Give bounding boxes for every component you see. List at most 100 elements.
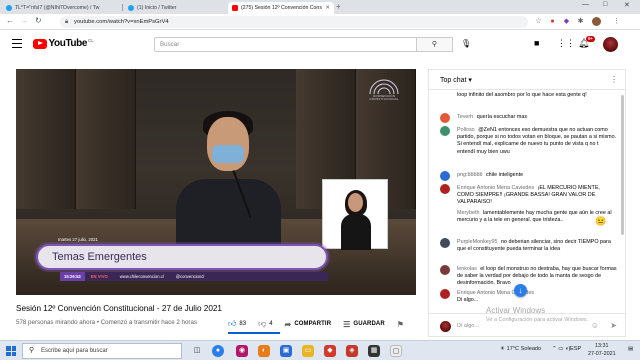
chat-input[interactable]: Di algo... bbox=[457, 323, 479, 329]
video-title: Sesión 12º Convención Constitucional - 2… bbox=[16, 304, 222, 313]
menu-dots-icon[interactable]: ⋮ bbox=[612, 17, 621, 26]
puzzle-icon[interactable]: ✱ bbox=[576, 17, 585, 26]
report-button[interactable]: ⚑ bbox=[397, 320, 407, 329]
thumbs-down-icon: 👎︎ bbox=[258, 319, 267, 328]
thumbs-up-icon: 👍︎ bbox=[228, 319, 237, 328]
overlay-info-bar: 15:26:53 EN VIVO www.chileconvencion.cl … bbox=[60, 272, 328, 281]
live-chat: Top chat ▾ ⋮ loop infinito del asombro p… bbox=[428, 69, 626, 337]
weather-widget[interactable]: ☀︎ 17°C Soleado bbox=[500, 346, 541, 352]
share-label: COMPARTIR bbox=[294, 321, 332, 327]
browser-tab-youtube[interactable]: (275) Sesión 12º Convención Cons ✕ bbox=[228, 2, 334, 14]
chat-message-text: loop infinito del asombro por lo que hac… bbox=[457, 92, 587, 98]
taskbar-search-input[interactable]: ⚲ Escribe aquí para buscar bbox=[22, 343, 182, 359]
app-icon[interactable]: ◉ bbox=[236, 345, 248, 357]
file-explorer-icon[interactable]: ▭ bbox=[302, 345, 314, 357]
microphone-icon[interactable]: 🎙︎ bbox=[461, 39, 471, 48]
chevron-down-icon: ▾ bbox=[468, 77, 472, 84]
save-button[interactable]: ☰ GUARDAR bbox=[343, 320, 385, 329]
close-window-button[interactable]: ✕ bbox=[624, 1, 630, 9]
chat-author[interactable]: Polloso bbox=[457, 127, 475, 133]
app-icon[interactable]: ▢ bbox=[390, 345, 402, 357]
notification-center-icon[interactable]: ▤ bbox=[628, 346, 633, 352]
youtube-logo[interactable]: YouTube CL bbox=[33, 38, 94, 49]
avatar bbox=[440, 238, 450, 248]
like-button[interactable]: 👍︎ 83 bbox=[228, 319, 246, 329]
logo-text: YouTube bbox=[48, 38, 88, 49]
dislike-button[interactable]: 👎︎ 4 bbox=[258, 319, 272, 329]
search-button[interactable]: ⚲ bbox=[417, 37, 453, 52]
sun-icon: ☀︎ bbox=[500, 346, 507, 352]
chat-scrollbar[interactable] bbox=[621, 91, 624, 313]
overlay-date: martes 27 julio, 2021 bbox=[58, 237, 98, 242]
extension-icon[interactable]: ● bbox=[548, 17, 557, 26]
menu-icon[interactable] bbox=[12, 39, 22, 50]
overlay-site: www.chileconvencion.cl bbox=[119, 274, 164, 279]
like-count: 83 bbox=[239, 321, 247, 327]
search-icon: ⚲ bbox=[29, 347, 35, 354]
chat-author[interactable]: Enrique Antonio Mena Caviedes bbox=[457, 185, 534, 191]
chat-message-text: chile inteligente bbox=[485, 172, 524, 178]
profile-icon[interactable] bbox=[592, 17, 601, 26]
emoji-icon[interactable]: ☺ bbox=[591, 321, 599, 330]
app-icon[interactable]: ◈ bbox=[346, 345, 358, 357]
avatar bbox=[440, 126, 450, 136]
avatar bbox=[440, 289, 450, 299]
chat-message-text: quería escuchar mas bbox=[476, 114, 528, 120]
search-input[interactable]: Buscar bbox=[154, 37, 417, 52]
address-bar[interactable]: 🔒︎ youtube.com/watch?v=xnEmPsGrV4 bbox=[60, 16, 528, 28]
back-button[interactable]: ← bbox=[6, 16, 14, 25]
send-icon[interactable]: ➤ bbox=[610, 321, 617, 330]
video-player[interactable]: CONVENCIÓN CONSTITUCIONAL martes 27 juli… bbox=[16, 69, 416, 295]
forward-button[interactable]: → bbox=[20, 16, 28, 25]
create-video-icon[interactable]: ■ bbox=[534, 38, 539, 48]
app-icon[interactable]: ▦ bbox=[368, 345, 380, 357]
avatar bbox=[440, 265, 450, 275]
close-tab-icon[interactable]: ✕ bbox=[325, 5, 330, 11]
youtube-play-icon bbox=[33, 38, 47, 49]
share-button[interactable]: ➦ COMPARTIR bbox=[285, 320, 332, 329]
app-icon[interactable]: ▣ bbox=[280, 345, 292, 357]
playlist-add-icon: ☰ bbox=[343, 319, 351, 329]
browser-tab-twitter-profile[interactable]: TL*T="nfsI7 (@NIhl7Overcome) / Tw bbox=[2, 2, 120, 14]
windows-start-icon[interactable] bbox=[6, 346, 16, 356]
more-options-icon[interactable]: ⋮ bbox=[610, 75, 618, 84]
minimize-button[interactable]: — bbox=[582, 1, 589, 8]
maximize-button[interactable]: □ bbox=[603, 1, 607, 8]
chat-author[interactable]: Teverh bbox=[457, 114, 473, 120]
chat-author[interactable]: PurpleMonkey95 bbox=[457, 239, 497, 245]
youtube-icon bbox=[232, 5, 238, 11]
extension-icon[interactable]: ◆ bbox=[562, 17, 571, 26]
emoji-face-icon: 😐 bbox=[595, 216, 607, 226]
tab-label: TL*T="nfsI7 (@NIhl7Overcome) / Tw bbox=[15, 5, 100, 11]
chat-author[interactable]: png:ḃḃḃḃḃ bbox=[457, 172, 482, 178]
new-tab-button[interactable]: + bbox=[336, 2, 341, 11]
clock-date: 27-07-2021 bbox=[588, 350, 616, 357]
taskbar-clock[interactable]: 13:31 27-07-2021 bbox=[588, 343, 616, 358]
star-icon[interactable]: ☆ bbox=[534, 17, 543, 26]
chrome-icon[interactable]: ● bbox=[212, 345, 224, 357]
language-indicator[interactable]: ESP bbox=[570, 346, 581, 352]
share-icon: ➦ bbox=[284, 319, 292, 329]
browser-tab-strip: TL*T="nfsI7 (@NIhl7Overcome) / Tw (1) In… bbox=[0, 0, 640, 14]
chat-message-text: @ZeN1 entonces eso demuestra que no actu… bbox=[457, 127, 617, 155]
firefox-icon[interactable]: ◐ bbox=[258, 345, 270, 357]
url-text: youtube.com/watch?v=xnEmPsGrV4 bbox=[74, 19, 169, 25]
tray-icons[interactable]: ⌃ ▭ ◖) bbox=[552, 346, 570, 352]
taskbar: ⚲ Escribe aquí para buscar ◫ ● ◉ ◐ ▣ ▭ ◆… bbox=[0, 340, 640, 360]
chat-author[interactable]: lenkolas bbox=[457, 266, 477, 272]
scroll-to-bottom-button[interactable]: ↓ bbox=[514, 284, 527, 297]
chat-mode-dropdown[interactable]: Top chat ▾ bbox=[440, 76, 472, 84]
video-actions: 👍︎ 83 👎︎ 4 ➦ COMPARTIR ☰ GUARDAR ⚑ bbox=[228, 318, 419, 330]
clock-time: 13:31 bbox=[595, 343, 609, 349]
apps-grid-icon[interactable]: ⋮⋮ bbox=[557, 38, 575, 49]
task-view-icon[interactable]: ◫ bbox=[191, 345, 203, 357]
twitter-icon bbox=[6, 5, 12, 11]
seal-label: CONVENCIÓN CONSTITUCIONAL bbox=[369, 94, 399, 102]
reload-button[interactable]: ↻ bbox=[35, 16, 42, 25]
app-icon[interactable]: ◆ bbox=[324, 345, 336, 357]
browser-tab-twitter-home[interactable]: (1) Inicio / Twitter bbox=[124, 2, 228, 14]
chat-author[interactable]: Merybeth bbox=[457, 210, 479, 216]
avatar[interactable] bbox=[603, 37, 618, 52]
convention-seal-logo: CONVENCIÓN CONSTITUCIONAL bbox=[366, 79, 402, 101]
avatar bbox=[440, 171, 450, 181]
